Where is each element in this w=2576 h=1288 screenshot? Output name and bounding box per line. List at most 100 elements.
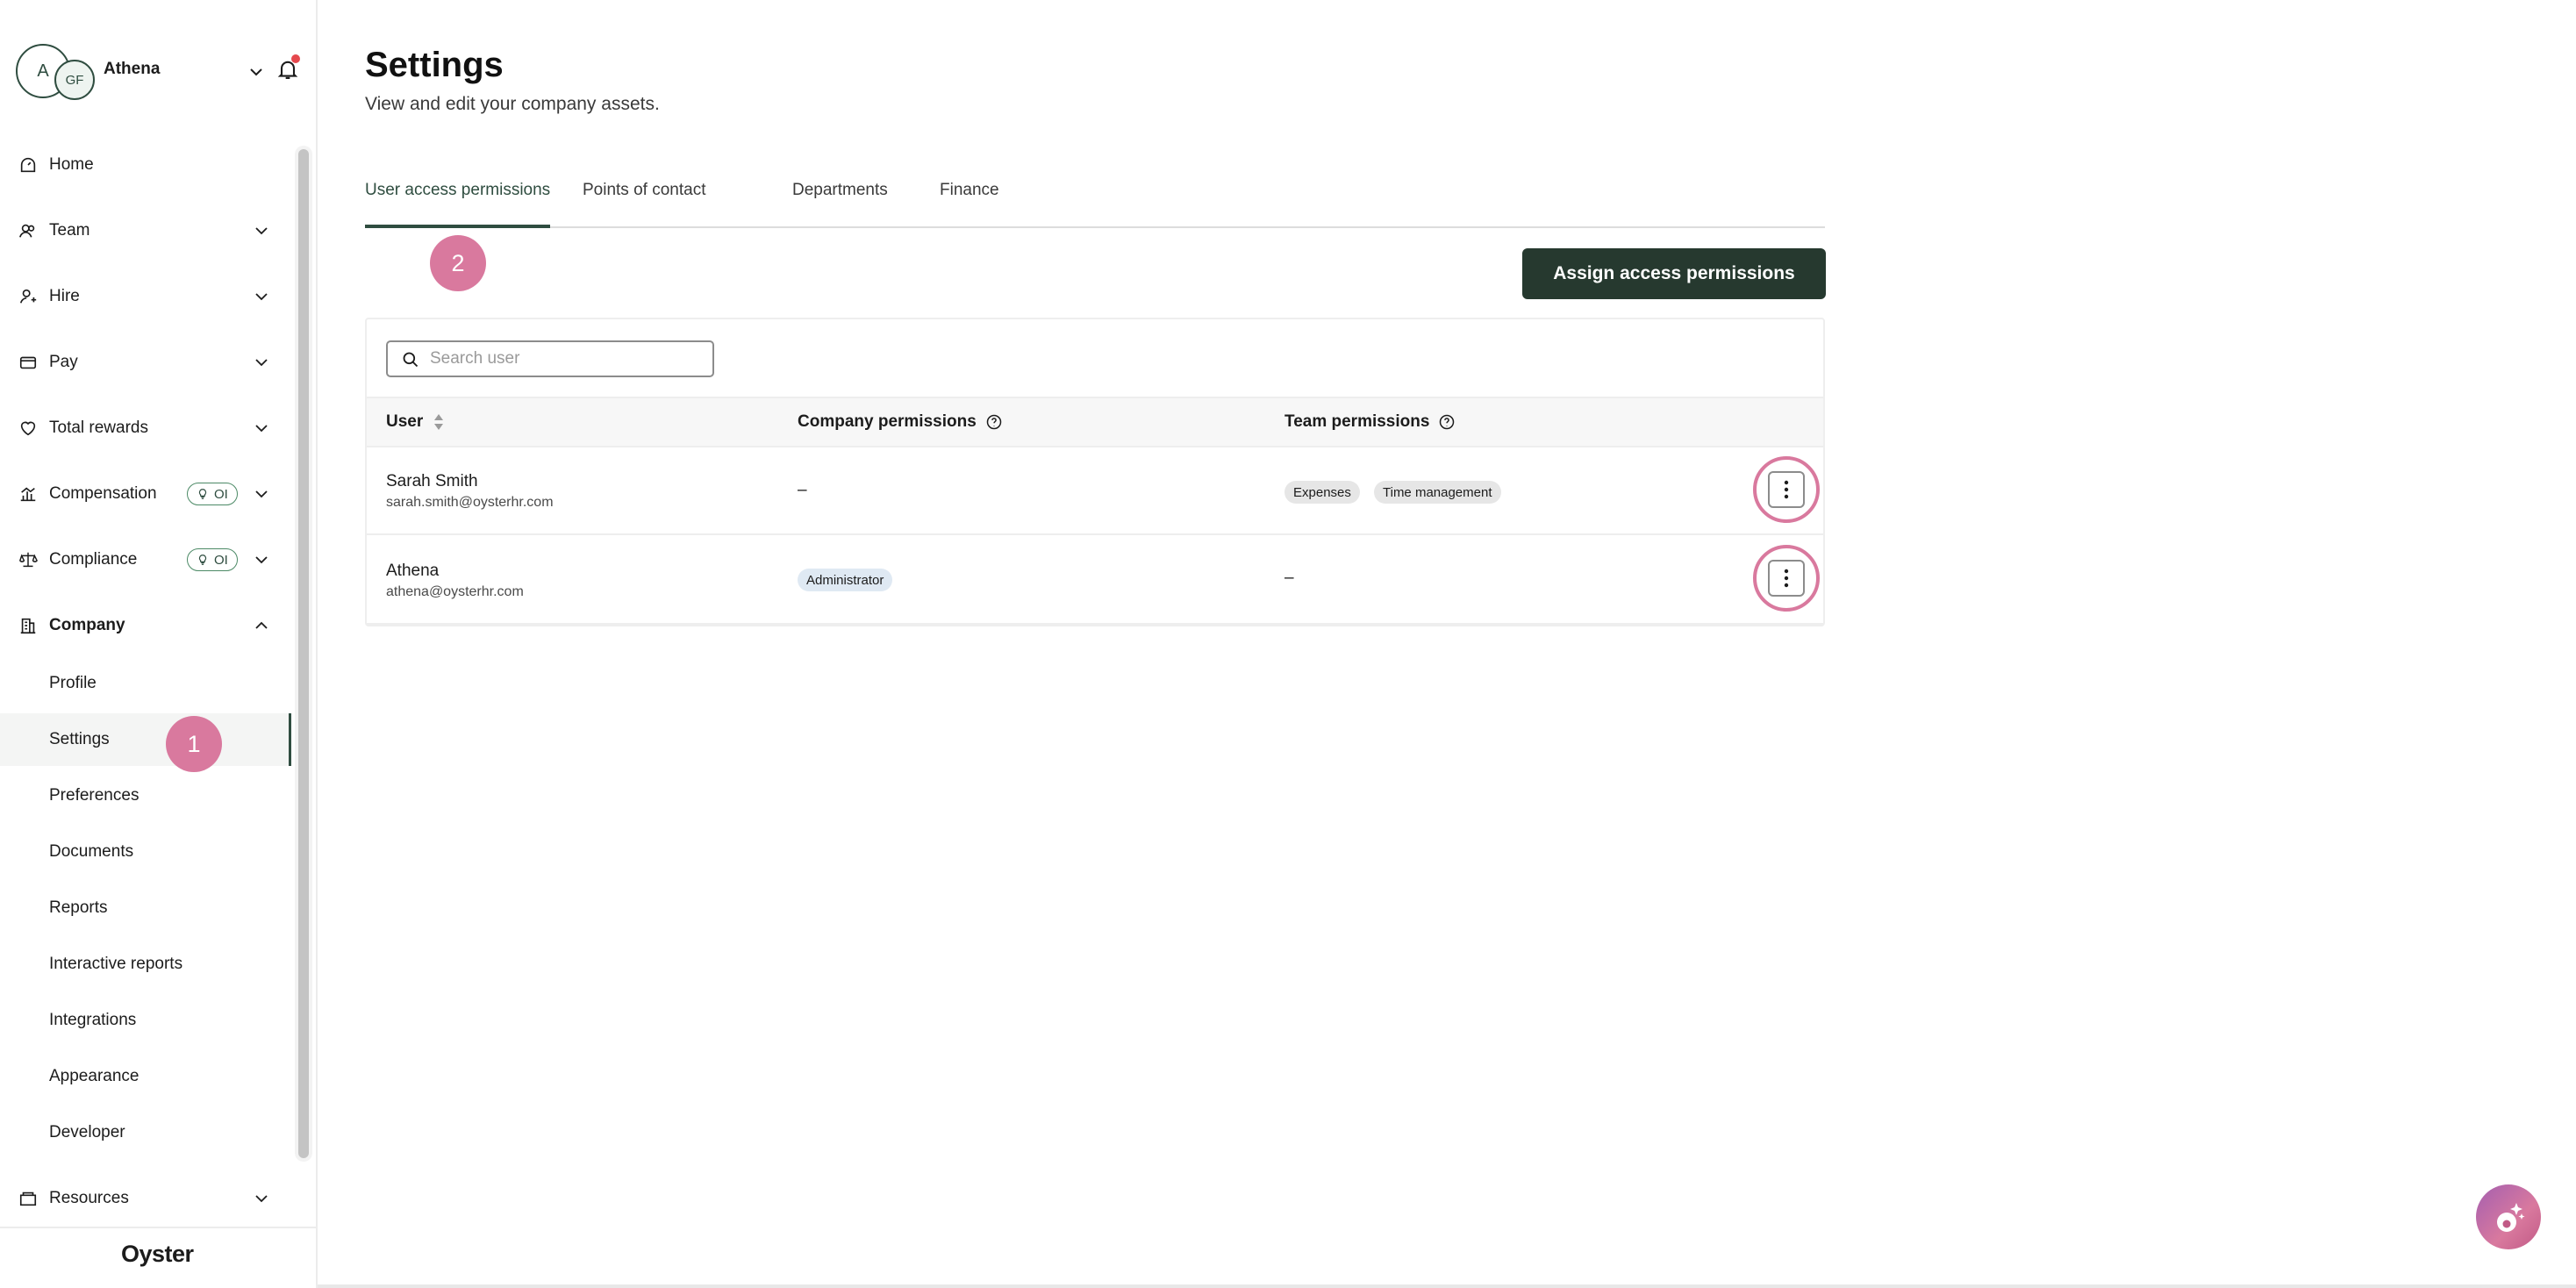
table-header: User Company permissions Team permission…	[367, 397, 1823, 447]
search-placeholder: Search user	[430, 349, 520, 368]
nav-label: Team	[49, 221, 90, 240]
oyster-logo: Oyster	[121, 1241, 194, 1267]
sidebar-footer: Oyster	[0, 1227, 318, 1288]
lightbulb-icon	[198, 555, 207, 565]
nav-item-pay[interactable]: Pay	[0, 336, 291, 389]
sidebar-item-interactive-reports[interactable]: Interactive reports	[0, 938, 291, 991]
sidebar-scrollbar-thumb[interactable]	[298, 149, 309, 1158]
team-permissions-value: –	[1284, 569, 1294, 587]
nav-label: Total rewards	[49, 419, 148, 437]
nav-label: Compensation	[49, 484, 157, 503]
sidebar: A GF Athena Home Team Hire Pay Total rew…	[0, 0, 318, 1288]
nav-label: Documents	[49, 842, 134, 861]
sidebar-item-preferences[interactable]: Preferences	[0, 769, 291, 822]
nav-label: Compliance	[49, 550, 138, 569]
nav-item-compensation[interactable]: Compensation OI	[0, 468, 291, 520]
column-label: Company permissions	[798, 412, 977, 431]
sidebar-item-profile[interactable]: Profile	[0, 657, 291, 710]
page-title: Settings	[365, 46, 504, 84]
sidebar-item-integrations[interactable]: Integrations	[0, 994, 291, 1047]
chevron-down-icon[interactable]	[246, 61, 267, 82]
user-email: athena@oysterhr.com	[386, 584, 524, 599]
more-vertical-icon	[1784, 569, 1789, 588]
row-actions-highlight	[1753, 545, 1820, 612]
nav-label: Integrations	[49, 1011, 137, 1029]
nav-item-company[interactable]: Company	[0, 599, 291, 652]
table-row: Sarah Smith sarah.smith@oysterhr.com – E…	[367, 447, 1823, 535]
nav-label: Pay	[49, 353, 78, 371]
nav-label: Developer	[49, 1123, 125, 1141]
sidebar-item-appearance[interactable]: Appearance	[0, 1050, 291, 1103]
user-name: Athena	[386, 562, 440, 580]
row-actions-button[interactable]	[1768, 471, 1805, 508]
sidebar-item-documents[interactable]: Documents	[0, 826, 291, 878]
company-permissions-value: –	[798, 481, 807, 499]
chevron-down-icon	[255, 293, 268, 301]
sparkle-icon	[2497, 1203, 2525, 1232]
nav-label: Reports	[49, 898, 108, 917]
column-label: Team permissions	[1284, 412, 1430, 431]
nav-item-team[interactable]: Team	[0, 204, 291, 257]
chevron-down-icon	[255, 227, 268, 235]
compensation-icon	[18, 483, 39, 504]
sidebar-item-settings[interactable]: Settings	[0, 713, 291, 766]
chevron-down-icon	[255, 1195, 268, 1203]
step-marker-1: 1	[166, 716, 222, 772]
page-bottom-border	[318, 1284, 2576, 1288]
chevron-down-icon	[255, 490, 268, 498]
user-name: Sarah Smith	[386, 472, 478, 490]
permission-chip: Expenses	[1284, 481, 1360, 504]
pay-icon	[18, 352, 39, 373]
building-icon	[18, 615, 39, 636]
column-header-company-permissions: Company permissions	[798, 412, 1003, 432]
account-switcher[interactable]: A GF Athena	[16, 44, 305, 100]
tab-user-access-permissions[interactable]: User access permissions	[365, 181, 551, 228]
status-badge: OI	[187, 548, 238, 571]
assign-access-permissions-button[interactable]: Assign access permissions	[1522, 248, 1826, 299]
tab-finance[interactable]: Finance	[940, 181, 999, 228]
nav-label: Settings	[49, 730, 110, 748]
nav-label: Home	[49, 155, 94, 174]
tab-departments[interactable]: Departments	[792, 181, 888, 228]
hire-icon	[18, 286, 39, 307]
sort-icon[interactable]	[432, 412, 446, 432]
sidebar-item-reports[interactable]: Reports	[0, 882, 291, 934]
page-subtitle: View and edit your company assets.	[365, 94, 660, 114]
tab-points-of-contact[interactable]: Points of contact	[583, 181, 705, 228]
nav-item-total-rewards[interactable]: Total rewards	[0, 402, 291, 454]
nav-label: Profile	[49, 674, 97, 692]
nav-label: Hire	[49, 287, 80, 305]
lightbulb-icon	[198, 489, 207, 499]
nav-label: Company	[49, 616, 125, 634]
main-content: Settings View and edit your company asse…	[318, 0, 2576, 1288]
row-actions-button[interactable]	[1768, 560, 1805, 597]
nav-item-home[interactable]: Home	[0, 139, 291, 191]
table-row: Athena athena@oysterhr.com Administrator…	[367, 537, 1823, 625]
help-icon[interactable]	[1438, 413, 1456, 431]
step-marker-2: 2	[430, 235, 486, 291]
search-input[interactable]: Search user	[386, 340, 714, 377]
home-icon	[18, 154, 39, 175]
account-name: Athena	[104, 60, 161, 78]
sidebar-item-developer[interactable]: Developer	[0, 1106, 291, 1159]
scales-icon	[18, 549, 39, 570]
user-email: sarah.smith@oysterhr.com	[386, 495, 554, 510]
chevron-down-icon	[255, 556, 268, 564]
column-header-user[interactable]: User	[386, 412, 446, 432]
permission-chip: Administrator	[798, 569, 893, 591]
team-icon	[18, 220, 39, 241]
nav-label: Resources	[49, 1189, 129, 1207]
nav-label: Interactive reports	[49, 955, 183, 973]
nav-item-hire[interactable]: Hire	[0, 270, 291, 323]
assistant-button[interactable]	[2476, 1184, 2541, 1249]
nav-label: Preferences	[49, 786, 140, 805]
column-label: User	[386, 412, 424, 431]
nav-item-compliance[interactable]: Compliance OI	[0, 533, 291, 586]
search-icon	[403, 352, 419, 368]
help-icon[interactable]	[985, 413, 1003, 431]
permission-chip: Time management	[1374, 481, 1501, 504]
status-badge: OI	[187, 483, 238, 505]
nav-item-resources[interactable]: Resources	[0, 1172, 291, 1225]
heart-icon	[18, 418, 39, 439]
more-vertical-icon	[1784, 480, 1789, 499]
